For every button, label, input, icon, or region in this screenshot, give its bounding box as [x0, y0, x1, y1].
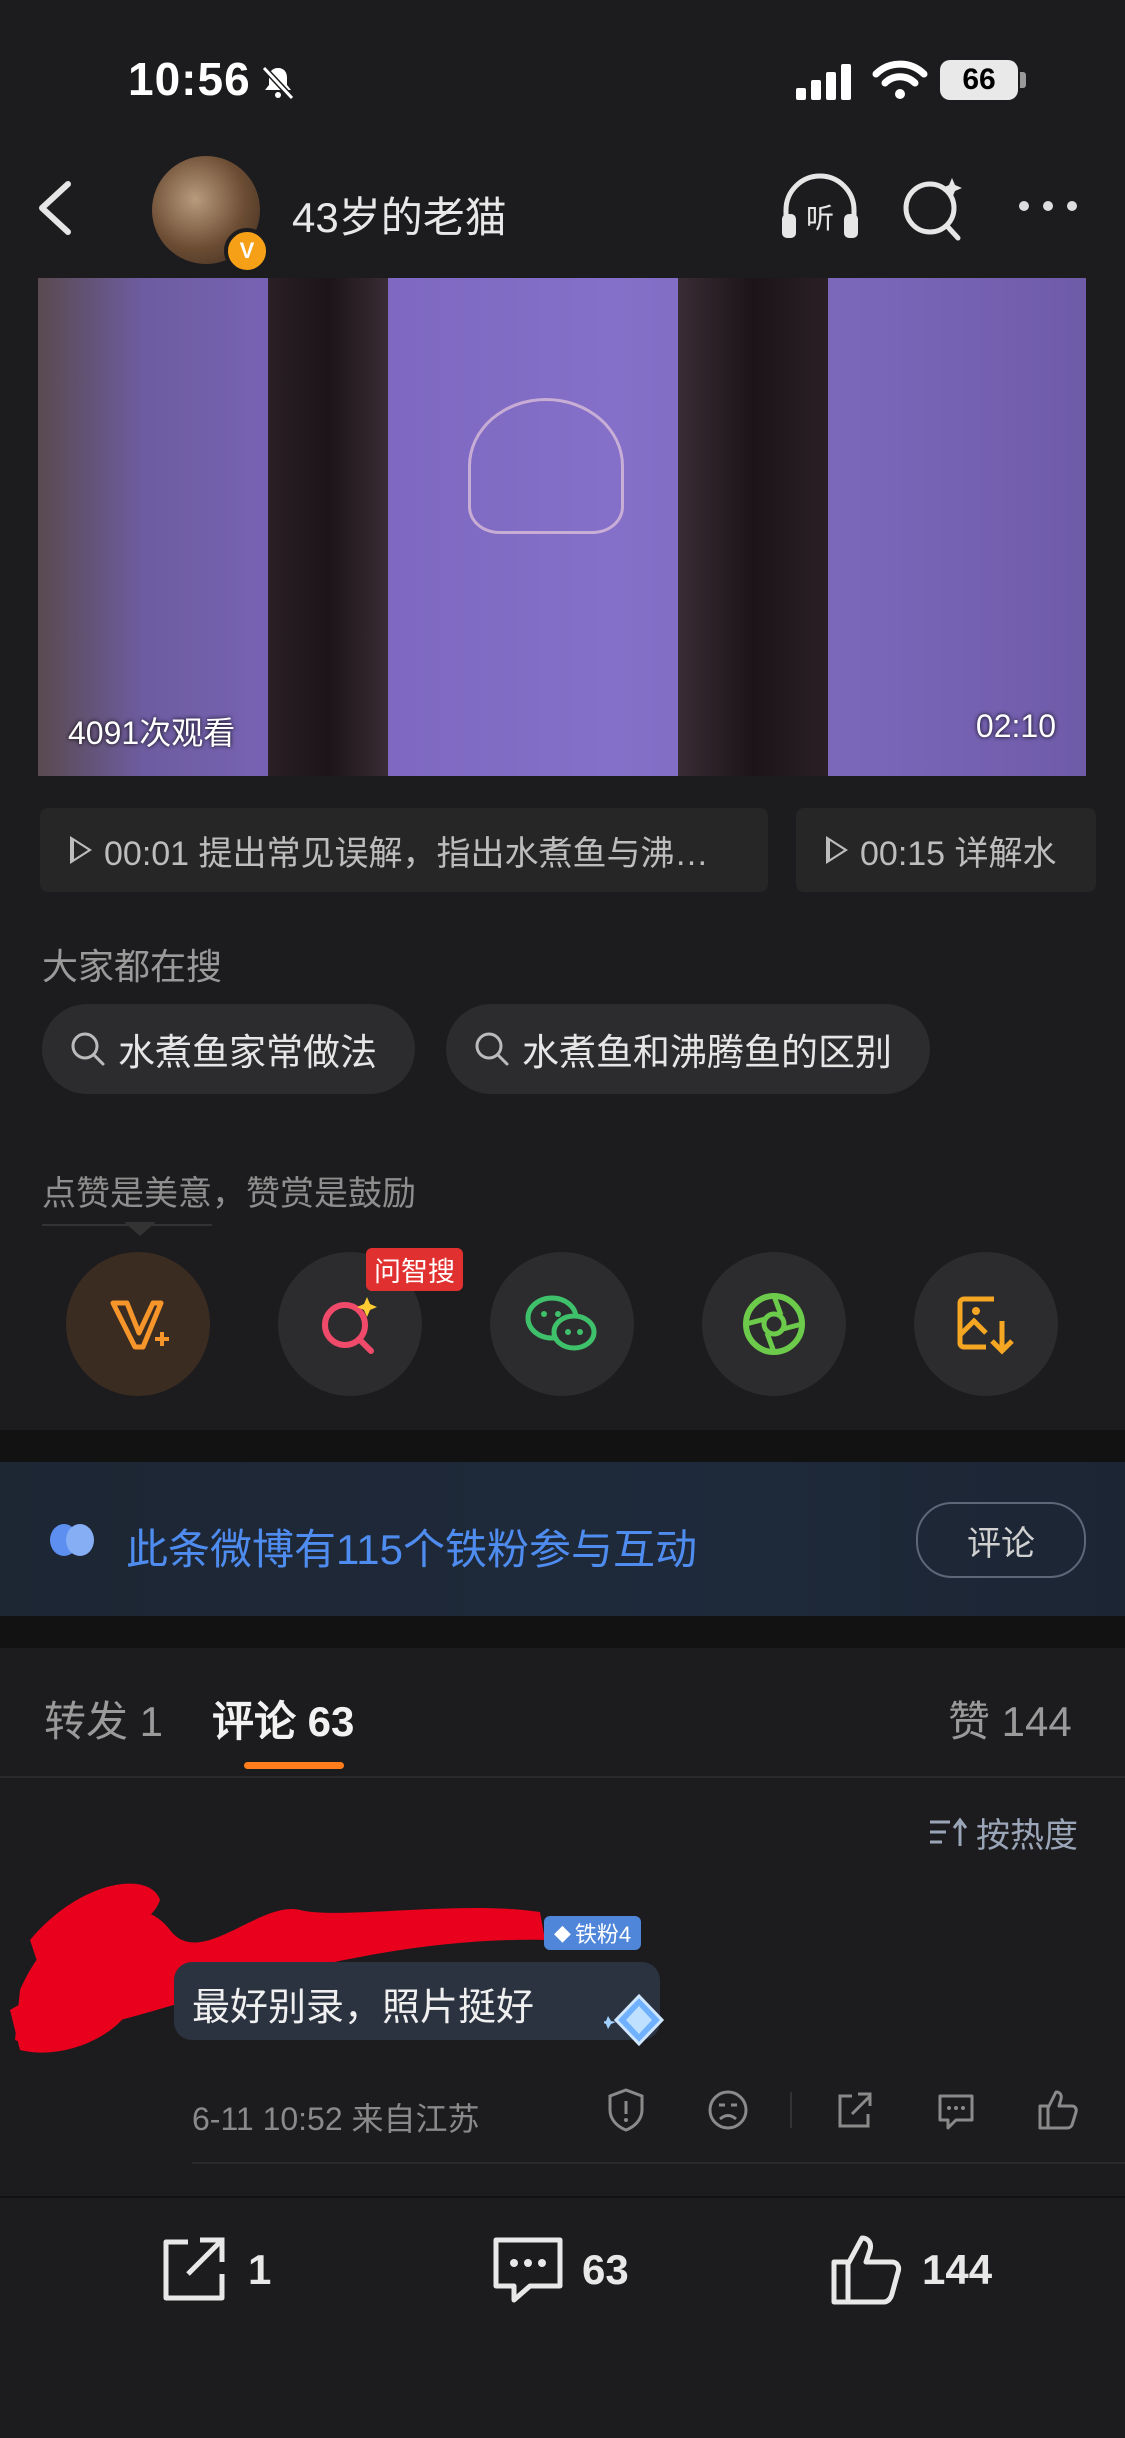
video-frame-detail: [678, 278, 828, 776]
bell-muted-icon: [261, 65, 295, 101]
like-count: 144: [922, 2246, 993, 2293]
fan-banner-text: 此条微博有115个铁粉参与互动: [126, 1526, 697, 1573]
share-moments-button[interactable]: [702, 1252, 846, 1396]
video-chapter[interactable]: 00:01 提出常见误解，指出水煮鱼与沸…: [40, 808, 768, 892]
moments-aperture-icon: [743, 1293, 805, 1355]
image-download-icon: [957, 1296, 1014, 1355]
more-options-icon[interactable]: [1012, 198, 1084, 216]
like-comment-icon[interactable]: [1034, 2086, 1082, 2134]
comment-button[interactable]: 63: [488, 2232, 629, 2308]
video-frame-detail: [468, 398, 624, 534]
repost-count: 1: [248, 2246, 272, 2293]
active-tab-indicator: [244, 1762, 344, 1769]
video-duration: 02:10: [975, 708, 1056, 744]
chapter-label: 00:15 详解水: [860, 834, 1057, 873]
section-separator: [0, 1430, 1125, 1462]
section-separator: [0, 1616, 1125, 1648]
comment-text[interactable]: 最好别录，照片挺好: [192, 1976, 534, 2031]
icon-divider: [790, 2092, 792, 2128]
hot-search-label: 水煮鱼家常做法: [118, 1032, 377, 1073]
fan-hearts-icon: [50, 1524, 94, 1556]
reward-button[interactable]: [66, 1252, 210, 1396]
verified-badge-icon: V: [224, 228, 270, 274]
hot-search-item[interactable]: 水煮鱼和沸腾鱼的区别: [446, 1004, 930, 1094]
ai-search-icon[interactable]: [900, 172, 968, 244]
comment-divider: [192, 2162, 1125, 2164]
hot-search-label: 水煮鱼和沸腾鱼的区别: [522, 1032, 892, 1073]
tab-comments[interactable]: 评论 63: [212, 1688, 354, 1749]
comment-count: 63: [582, 2246, 629, 2293]
back-arrow-icon[interactable]: [30, 178, 80, 238]
share-wechat-button[interactable]: [490, 1252, 634, 1396]
wechat-icon: [525, 1295, 597, 1351]
hot-search-item[interactable]: 水煮鱼家常做法: [42, 1004, 415, 1094]
sort-by-hot-button[interactable]: 按热度: [928, 1808, 1078, 1857]
sort-icon: [930, 1817, 968, 1846]
video-frame-detail: [268, 278, 388, 776]
report-shield-icon[interactable]: [602, 2086, 650, 2134]
ai-search-icon: [322, 1297, 377, 1354]
wifi-icon: [872, 60, 928, 99]
tab-repost[interactable]: 转发 1: [44, 1688, 163, 1749]
tabs-divider: [0, 1776, 1125, 1778]
save-image-button[interactable]: [914, 1252, 1058, 1396]
fan-comment-button[interactable]: 评论: [916, 1502, 1086, 1578]
reward-caption: 点赞是美意，赞赏是鼓励: [42, 1175, 416, 1213]
share-comment-icon[interactable]: [830, 2086, 878, 2134]
video-view-count: 4091次观看: [68, 715, 236, 751]
fan-level-label: 铁粉4: [574, 1922, 632, 1947]
cellular-signal-icon: [796, 64, 851, 100]
play-icon: [70, 836, 92, 864]
diamond-icon: ◆: [554, 1920, 571, 1945]
v-plus-icon: [110, 1300, 169, 1350]
comment-meta: 6-11 10:52 来自江苏: [192, 2101, 480, 2137]
battery-indicator: 66: [940, 60, 1018, 100]
play-icon: [826, 836, 848, 864]
repost-icon: [163, 2237, 225, 2301]
search-icon: [475, 1032, 509, 1066]
like-button[interactable]: 144: [828, 2232, 992, 2308]
dislike-face-icon[interactable]: [704, 2086, 752, 2134]
user-name[interactable]: 43岁的老猫: [292, 184, 507, 245]
ask-zhisou-badge: 问智搜: [366, 1248, 463, 1291]
fan-level-badge: ◆ 铁粉4: [544, 1916, 642, 1950]
tab-likes[interactable]: 赞 144: [948, 1688, 1072, 1749]
reward-pointer: [124, 1222, 156, 1236]
search-icon: [71, 1032, 105, 1066]
sort-label: 按热度: [976, 1817, 1078, 1855]
reply-comment-icon[interactable]: [932, 2086, 980, 2134]
diamond-gem-icon: [604, 1993, 665, 2047]
comment-icon: [493, 2237, 563, 2303]
listen-headphone-icon[interactable]: 听: [778, 172, 862, 244]
video-player[interactable]: 4091次观看 02:10: [38, 278, 1086, 776]
repost-button[interactable]: 1: [154, 2232, 271, 2308]
listen-label: 听: [806, 202, 834, 235]
status-time: 10:56: [128, 53, 251, 105]
chapter-label: 00:01 提出常见误解，指出水煮鱼与沸…: [104, 834, 709, 873]
thumbs-up-icon: [831, 2235, 902, 2305]
hot-search-title: 大家都在搜: [42, 946, 223, 987]
battery-tip: [1020, 72, 1026, 88]
video-chapter[interactable]: 00:15 详解水: [796, 808, 1096, 892]
